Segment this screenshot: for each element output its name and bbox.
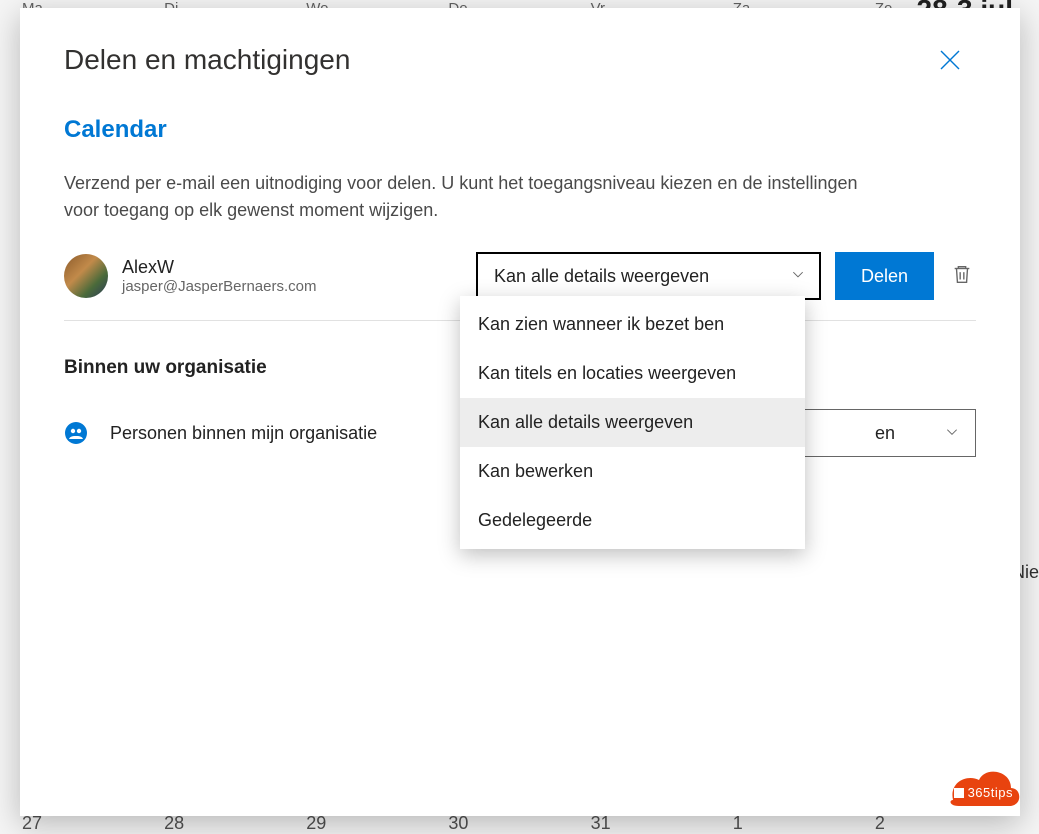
close-icon xyxy=(938,48,962,77)
dropdown-option[interactable]: Gedelegeerde xyxy=(460,496,805,545)
trash-icon xyxy=(951,263,973,290)
calendar-name[interactable]: Calendar xyxy=(64,116,976,144)
permission-dropdown: Kan zien wanneer ik bezet ben Kan titels… xyxy=(460,296,805,549)
user-email: jasper@JasperBernaers.com xyxy=(122,278,462,295)
tips365-badge-label: 365tips xyxy=(954,785,1013,800)
office-icon xyxy=(954,788,964,798)
dropdown-option[interactable]: Kan zien wanneer ik bezet ben xyxy=(460,300,805,349)
avatar xyxy=(64,254,108,298)
dialog-title: Delen en machtigingen xyxy=(64,44,976,76)
sharing-permissions-dialog: Delen en machtigingen Calendar Verzend p… xyxy=(20,8,1020,816)
org-select-visible-text: en xyxy=(875,423,895,444)
close-button[interactable] xyxy=(936,48,964,76)
dialog-description: Verzend per e-mail een uitnodiging voor … xyxy=(64,170,884,224)
permission-select-value: Kan alle details weergeven xyxy=(494,266,709,287)
dropdown-option-selected[interactable]: Kan alle details weergeven xyxy=(460,398,805,447)
share-button[interactable]: Delen xyxy=(835,252,934,300)
user-info: AlexW jasper@JasperBernaers.com xyxy=(122,257,462,296)
user-name: AlexW xyxy=(122,257,462,279)
share-button-label: Delen xyxy=(861,266,908,287)
organization-icon xyxy=(64,421,88,445)
chevron-down-icon xyxy=(945,423,959,444)
delete-button[interactable] xyxy=(948,262,976,290)
tips365-badge[interactable]: 365tips xyxy=(939,758,1023,818)
chevron-down-icon xyxy=(791,266,805,287)
dropdown-option[interactable]: Kan bewerken xyxy=(460,447,805,496)
permission-select[interactable]: Kan alle details weergeven xyxy=(476,252,821,300)
dropdown-option[interactable]: Kan titels en locaties weergeven xyxy=(460,349,805,398)
